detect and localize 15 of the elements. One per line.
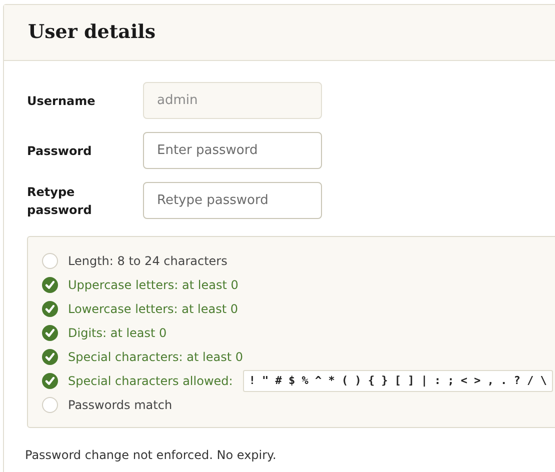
- requirement-text: Length: 8 to 24 characters: [68, 253, 228, 270]
- card-title: User details: [28, 20, 156, 46]
- input-field[interactable]: Retype password: [143, 182, 322, 219]
- requirement-text: Lowercase letters: at least 0: [68, 301, 238, 318]
- requirement-text: Uppercase letters: at least 0: [68, 277, 238, 294]
- field-label: Retype password: [27, 184, 93, 218]
- field-label: Password: [27, 142, 93, 160]
- allowed-characters: ! " # $ % ^ * ( ) { } [ ] | : ; < > , . ? / \: [242, 370, 553, 392]
- field-label: Username: [27, 92, 96, 110]
- input-field[interactable]: Enter password: [143, 132, 322, 169]
- requirement-text: Special characters allowed:: [68, 373, 233, 390]
- footer-note: Password change not enforced. No expiry.: [25, 447, 278, 464]
- requirement-text: Digits: at least 0: [68, 325, 167, 342]
- requirement-text: Special characters: at least 0: [68, 349, 243, 366]
- requirement-text: Passwords match: [68, 397, 172, 414]
